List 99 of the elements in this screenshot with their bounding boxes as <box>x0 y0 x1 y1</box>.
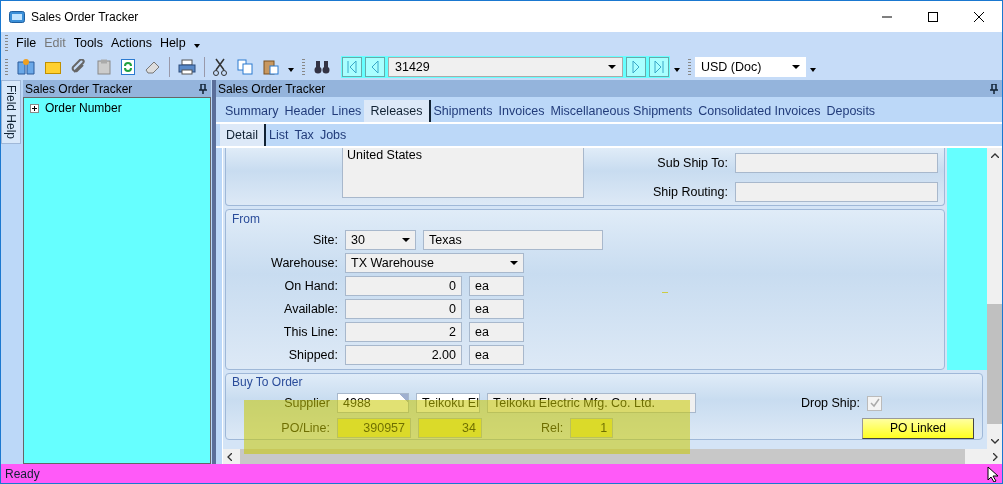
scroll-up-icon[interactable] <box>990 153 999 158</box>
refresh-icon[interactable] <box>121 59 135 75</box>
site-combo[interactable]: 30 <box>345 230 416 250</box>
caret-icon[interactable] <box>810 68 816 72</box>
field-label: Warehouse: <box>270 256 338 270</box>
status-text: Ready <box>5 466 40 481</box>
last-record-button[interactable] <box>649 57 669 77</box>
group-title: From <box>231 211 261 228</box>
quantity-field[interactable]: 2.00 <box>345 345 462 365</box>
dropdown-icon <box>792 65 800 69</box>
panel-title: Sales Order Tracker <box>25 81 133 96</box>
menu-item[interactable]: Tools <box>69 36 107 50</box>
input-field[interactable] <box>735 182 938 202</box>
unit-field[interactable]: ea <box>469 299 524 319</box>
binoculars-icon[interactable] <box>314 60 330 74</box>
book-icon[interactable] <box>17 59 35 75</box>
input-field[interactable]: 4988 <box>337 393 409 413</box>
dropdown-icon <box>402 238 410 242</box>
clipboard-icon[interactable] <box>97 59 111 75</box>
caret-icon[interactable] <box>193 44 200 48</box>
tab[interactable]: Miscellaneous Shipments <box>547 101 696 122</box>
tab[interactable]: Detail <box>220 124 266 146</box>
tab[interactable]: Tax <box>291 125 317 146</box>
po-linked-button[interactable]: PO Linked <box>862 417 974 439</box>
pin-icon[interactable] <box>199 83 207 94</box>
unit-field[interactable]: ea <box>469 276 524 296</box>
field-label: This Line: <box>282 325 338 339</box>
paperclip-icon[interactable] <box>71 59 87 75</box>
input-field[interactable]: 390957 <box>337 418 411 438</box>
scroll-right-icon[interactable] <box>993 452 998 461</box>
quantity-field[interactable]: 0 <box>345 299 462 319</box>
first-icon <box>347 61 357 73</box>
scroll-left-icon[interactable] <box>227 452 232 461</box>
caret-icon[interactable] <box>674 68 680 72</box>
tab[interactable]: Summary <box>222 101 282 122</box>
tab[interactable]: Deposits <box>823 101 879 122</box>
field-label: Sub Ship To: <box>656 156 728 170</box>
input-field[interactable] <box>735 153 938 173</box>
field-help-tab[interactable]: Field Help <box>1 80 21 145</box>
field-label: Site: <box>312 233 338 247</box>
quantity-field[interactable]: 2 <box>345 322 462 342</box>
input-field[interactable]: Texas <box>423 230 603 250</box>
field-label: On Hand: <box>283 279 338 293</box>
caret-icon[interactable] <box>288 68 294 72</box>
field-label: Rel: <box>541 421 564 435</box>
tab[interactable]: Consolidated Invoices <box>695 101 824 122</box>
field-label: Ship Routing: <box>651 185 728 199</box>
field-label: Shipped: <box>287 348 338 362</box>
app-icon <box>9 9 25 24</box>
tab[interactable]: Lines <box>328 101 365 122</box>
menu-item[interactable]: File <box>12 36 41 50</box>
next-record-button[interactable] <box>626 57 646 77</box>
panel-title: Sales Order Tracker <box>218 81 326 96</box>
order-number-combo[interactable]: 31429 <box>388 57 623 77</box>
dropdown-icon <box>510 261 518 265</box>
group-title: Buy To Order <box>231 374 304 391</box>
currency-combo[interactable]: USD (Doc) <box>695 57 806 77</box>
field-label: Drop Ship: <box>800 396 860 410</box>
maximize-icon[interactable] <box>928 11 938 22</box>
copy-icon[interactable] <box>237 59 253 75</box>
tab[interactable]: Invoices <box>495 101 548 122</box>
expand-icon[interactable] <box>30 103 39 113</box>
window-title: Sales Order Tracker <box>31 9 139 24</box>
tab[interactable]: List <box>265 125 292 146</box>
unit-field[interactable]: ea <box>469 322 524 342</box>
previous-icon <box>370 61 380 73</box>
tab[interactable]: Releases <box>364 100 431 122</box>
first-record-button[interactable] <box>342 57 362 77</box>
horizontal-scrollbar[interactable] <box>223 449 1002 464</box>
warehouse-combo[interactable]: TX Warehouse <box>345 253 524 273</box>
mark <box>662 292 668 293</box>
scissors-icon[interactable] <box>213 58 227 76</box>
menu-item[interactable]: Actions <box>106 36 156 50</box>
tab[interactable]: Header <box>281 101 329 122</box>
previous-record-button[interactable] <box>365 57 385 77</box>
input-field[interactable]: Teikoku El <box>416 393 480 413</box>
printer-icon[interactable] <box>178 59 196 75</box>
input-field[interactable]: 34 <box>418 418 482 438</box>
next-icon <box>631 61 641 73</box>
pin-icon[interactable] <box>990 83 998 94</box>
address-box[interactable]: United States <box>342 148 584 198</box>
eraser-icon[interactable] <box>145 60 161 74</box>
quantity-field[interactable]: 0 <box>345 276 462 296</box>
input-field[interactable]: Teikoku Electric Mfg. Co. Ltd. <box>487 393 696 413</box>
field-label: Supplier <box>283 396 330 410</box>
tab[interactable]: Shipments <box>430 101 496 122</box>
menu-item[interactable]: Help <box>155 36 190 50</box>
vertical-scrollbar[interactable] <box>987 148 1002 449</box>
paste-icon[interactable] <box>263 59 279 75</box>
dropdown-icon <box>608 65 616 69</box>
scroll-down-icon[interactable] <box>990 439 999 444</box>
tree-item[interactable]: Order Number <box>45 101 122 115</box>
field-label: Available: <box>283 302 338 316</box>
close-icon[interactable] <box>974 11 984 22</box>
last-icon <box>654 61 664 73</box>
unit-field[interactable]: ea <box>469 345 524 365</box>
input-field[interactable]: 1 <box>570 418 614 438</box>
tab[interactable]: Jobs <box>316 125 350 146</box>
field-label: PO/Line: <box>280 421 330 435</box>
